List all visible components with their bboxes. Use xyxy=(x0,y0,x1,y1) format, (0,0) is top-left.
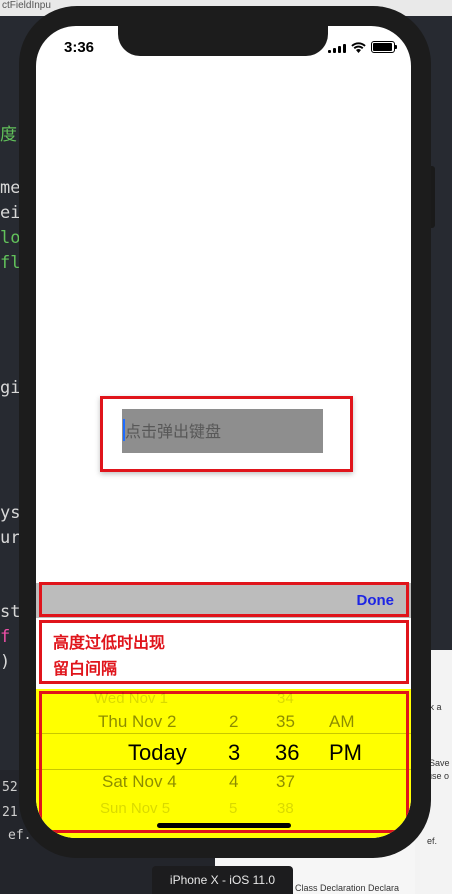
home-indicator xyxy=(157,823,291,828)
annotation-toolbar-box xyxy=(39,582,409,617)
inspector-text: Save xyxy=(429,758,450,768)
code-fragment: 度 xyxy=(0,125,17,145)
done-button[interactable]: Done xyxy=(357,592,395,609)
gap-annotation-text: 高度过低时出现 留白间隔 xyxy=(53,630,165,682)
line-number: 52 xyxy=(2,780,18,795)
picker-date-item[interactable]: Wed Nov 1 xyxy=(94,690,168,707)
picker-date-item[interactable]: Thu Nov 2 xyxy=(98,712,176,732)
picker-minute-item[interactable]: 38 xyxy=(277,800,294,817)
cellular-signal-icon xyxy=(328,44,346,53)
code-fragment: st xyxy=(0,602,21,622)
wifi-icon xyxy=(351,42,366,53)
picker-date-item[interactable]: Sat Nov 4 xyxy=(102,772,177,792)
code-fragment: ) xyxy=(0,652,11,672)
inspector-bottom-text: Class Declaration Declara xyxy=(295,883,400,893)
code-fragment: ei xyxy=(0,203,21,223)
inspector-text: ef. xyxy=(427,836,438,846)
keyboard-trigger-input[interactable] xyxy=(122,409,323,453)
text-caret xyxy=(123,419,125,441)
picker-minute-item[interactable]: 35 xyxy=(276,712,295,732)
picker-minute-selected[interactable]: 36 xyxy=(275,740,299,766)
picker-minute-item[interactable]: 37 xyxy=(276,772,295,792)
code-fragment: ur xyxy=(0,528,21,548)
battery-icon xyxy=(371,41,397,53)
simulator-title: iPhone X - iOS 11.0 xyxy=(152,866,293,894)
picker-date-item[interactable]: Sun Nov 5 xyxy=(100,800,170,817)
status-time: 3:36 xyxy=(64,39,95,56)
code-fragment: me xyxy=(0,178,21,198)
iphone-x-frame: 3:36 Done 高度过低时出现 留白间隔 xyxy=(19,6,431,858)
phone-screen: 3:36 Done 高度过低时出现 留白间隔 xyxy=(36,26,411,838)
line-number: 21 xyxy=(2,805,18,820)
gap-annotation-line2: 留白间隔 xyxy=(53,659,118,678)
phone-notch xyxy=(118,26,328,56)
picker-ampm-item[interactable]: AM xyxy=(329,712,355,732)
code-fragment: ys xyxy=(0,503,21,523)
picker-hour-item[interactable]: 2 xyxy=(229,712,238,732)
code-fragment: lo xyxy=(0,228,21,248)
editor-tab-title[interactable]: ctFieldInpu xyxy=(2,0,51,11)
picker-hour-selected[interactable]: 3 xyxy=(228,740,240,766)
code-fragment: gi xyxy=(0,378,21,398)
picker-hour-item[interactable]: 5 xyxy=(229,800,237,817)
picker-minute-item[interactable]: 34 xyxy=(277,690,294,707)
code-fragment: f xyxy=(0,627,11,647)
gap-annotation-line1: 高度过低时出现 xyxy=(53,633,166,652)
picker-ampm-selected[interactable]: PM xyxy=(329,740,362,766)
picker-hour-item[interactable]: 4 xyxy=(229,772,238,792)
status-icons xyxy=(328,41,397,53)
code-fragment: fl xyxy=(0,253,21,273)
picker-date-selected[interactable]: Today xyxy=(128,740,187,766)
